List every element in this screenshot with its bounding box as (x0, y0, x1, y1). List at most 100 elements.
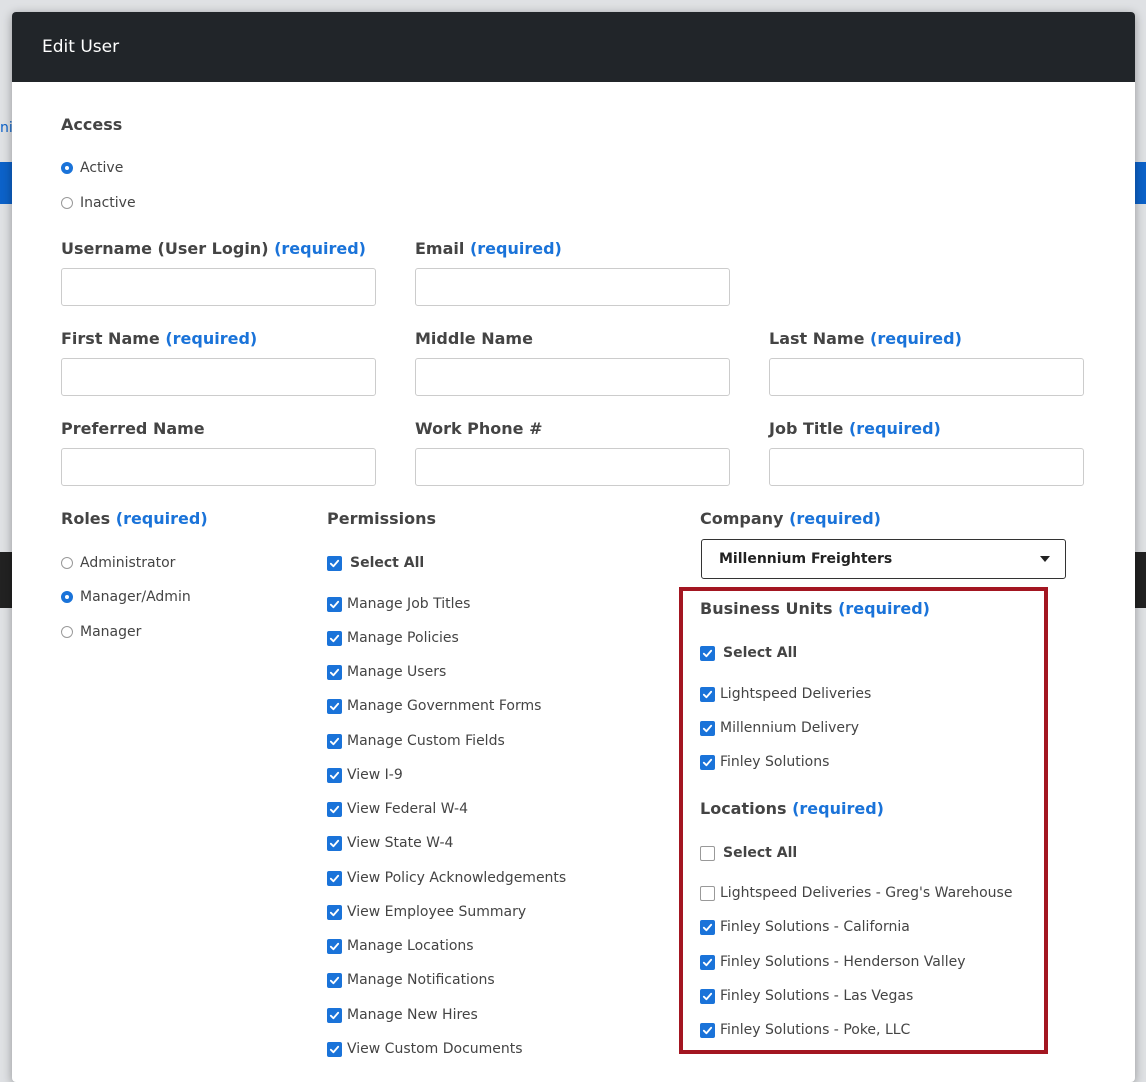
checkbox-checked-icon (327, 698, 342, 714)
last-name-label-text: Last Name (769, 329, 865, 348)
permission-checkbox-label: View I-9 (347, 767, 403, 783)
radio-unselected-icon (61, 197, 73, 209)
preferred-name-input[interactable] (61, 448, 376, 486)
access-active-label: Active (80, 160, 124, 176)
access-active-radio[interactable]: Active (61, 160, 123, 176)
access-inactive-label: Inactive (80, 195, 136, 211)
checkbox-checked-icon (327, 835, 342, 851)
username-label-text: Username (User Login) (61, 239, 269, 258)
edit-user-modal: Edit User Access Active Inactive Usernam… (12, 12, 1135, 1082)
role-radio-label: Manager/Admin (80, 589, 191, 605)
permission-checkbox[interactable]: Manage Custom Fields (327, 733, 505, 749)
permission-checkbox[interactable]: View Custom Documents (327, 1041, 523, 1057)
company-select[interactable]: Millennium Freighters (701, 539, 1066, 579)
preferred-name-label: Preferred Name (61, 419, 205, 438)
permission-checkbox[interactable]: Manage Policies (327, 630, 459, 646)
job-title-input[interactable] (769, 448, 1084, 486)
middle-name-label: Middle Name (415, 329, 533, 348)
required-tag: (required) (274, 239, 366, 258)
permission-checkbox[interactable]: View I-9 (327, 767, 403, 783)
checkbox-checked-icon (327, 801, 342, 817)
permissions-title: Permissions (327, 509, 437, 528)
radio-unselected-icon (61, 626, 73, 638)
role-radio[interactable]: Manager/Admin (61, 589, 191, 605)
role-radio-label: Administrator (80, 555, 176, 571)
middle-name-label-text: Middle Name (415, 329, 533, 348)
permission-checkbox-label: Manage Notifications (347, 972, 495, 988)
checkbox-checked-icon (327, 972, 342, 988)
email-label-text: Email (415, 239, 465, 258)
radio-unselected-icon (61, 557, 73, 569)
job-title-label-text: Job Title (769, 419, 844, 438)
permission-checkbox[interactable]: Manage Government Forms (327, 698, 541, 714)
permission-checkbox-label: Manage Job Titles (347, 596, 471, 612)
background-link-text: ni (0, 120, 13, 136)
required-tag: (required) (870, 329, 962, 348)
last-name-label: Last Name (required) (769, 329, 962, 348)
email-input[interactable] (415, 268, 730, 306)
checkbox-checked-icon (327, 733, 342, 749)
company-title-text: Company (700, 509, 784, 528)
checkbox-checked-icon (327, 904, 342, 920)
modal-header: Edit User (12, 12, 1135, 82)
checkbox-checked-icon (327, 664, 342, 680)
company-title: Company (required) (700, 509, 881, 528)
preferred-name-label-text: Preferred Name (61, 419, 205, 438)
permission-checkbox[interactable]: Manage Locations (327, 938, 474, 954)
first-name-input[interactable] (61, 358, 376, 396)
job-title-label: Job Title (required) (769, 419, 941, 438)
permission-checkbox[interactable]: View Employee Summary (327, 904, 526, 920)
work-phone-label: Work Phone # (415, 419, 543, 438)
checkbox-checked-icon (327, 870, 342, 886)
permission-checkbox-label: Manage Users (347, 664, 447, 680)
checkbox-checked-icon (327, 1007, 342, 1023)
permission-checkbox[interactable]: Manage New Hires (327, 1007, 478, 1023)
permission-checkbox-label: Manage Locations (347, 938, 474, 954)
permission-checkbox-label: Manage Government Forms (347, 698, 542, 714)
permission-checkbox-label: View Policy Acknowledgements (347, 870, 567, 886)
work-phone-label-text: Work Phone # (415, 419, 543, 438)
caret-down-icon (1040, 556, 1050, 562)
checkbox-checked-icon (327, 767, 342, 783)
modal-title: Edit User (42, 37, 120, 57)
radio-selected-icon (61, 591, 73, 603)
email-label: Email (required) (415, 239, 562, 258)
required-tag: (required) (165, 329, 258, 348)
access-title: Access (61, 115, 123, 134)
checkbox-checked-icon (327, 596, 342, 612)
checkbox-checked-icon (327, 630, 342, 646)
role-radio[interactable]: Manager (61, 624, 141, 640)
permission-checkbox[interactable]: Manage Job Titles (327, 596, 470, 612)
permission-checkbox-label: View Custom Documents (347, 1041, 523, 1057)
highlight-annotation-box (679, 587, 1048, 1054)
permission-checkbox[interactable]: Manage Users (327, 664, 446, 680)
access-inactive-radio[interactable]: Inactive (61, 195, 136, 211)
required-tag: (required) (789, 509, 881, 528)
permission-checkbox-label: View Federal W-4 (347, 801, 468, 817)
permission-checkbox-label: Manage New Hires (347, 1007, 478, 1023)
username-label: Username (User Login) (required) (61, 239, 366, 258)
radio-selected-icon (61, 162, 73, 174)
roles-title-text: Roles (61, 509, 111, 528)
permission-checkbox-label: View State W-4 (347, 835, 454, 851)
work-phone-input[interactable] (415, 448, 730, 486)
permission-checkbox-label: Manage Custom Fields (347, 733, 505, 749)
required-tag: (required) (115, 509, 208, 528)
permission-checkbox-label: View Employee Summary (347, 904, 527, 920)
permission-checkbox[interactable]: View Federal W-4 (327, 801, 468, 817)
checkbox-checked-icon (327, 1041, 342, 1057)
permission-checkbox[interactable]: View State W-4 (327, 835, 453, 851)
permissions-select-all-checkbox[interactable]: Select All (327, 555, 424, 571)
permissions-select-all-checkbox-label: Select All (350, 555, 425, 571)
permission-checkbox[interactable]: View Policy Acknowledgements (327, 870, 566, 886)
last-name-input[interactable] (769, 358, 1084, 396)
permission-checkbox[interactable]: Manage Notifications (327, 972, 495, 988)
required-tag: (required) (469, 239, 562, 258)
roles-title: Roles (required) (61, 509, 208, 528)
role-radio[interactable]: Administrator (61, 555, 175, 571)
first-name-label: First Name (required) (61, 329, 257, 348)
middle-name-input[interactable] (415, 358, 730, 396)
company-selected-value: Millennium Freighters (719, 551, 893, 567)
username-input[interactable] (61, 268, 376, 306)
permission-checkbox-label: Manage Policies (347, 630, 459, 646)
